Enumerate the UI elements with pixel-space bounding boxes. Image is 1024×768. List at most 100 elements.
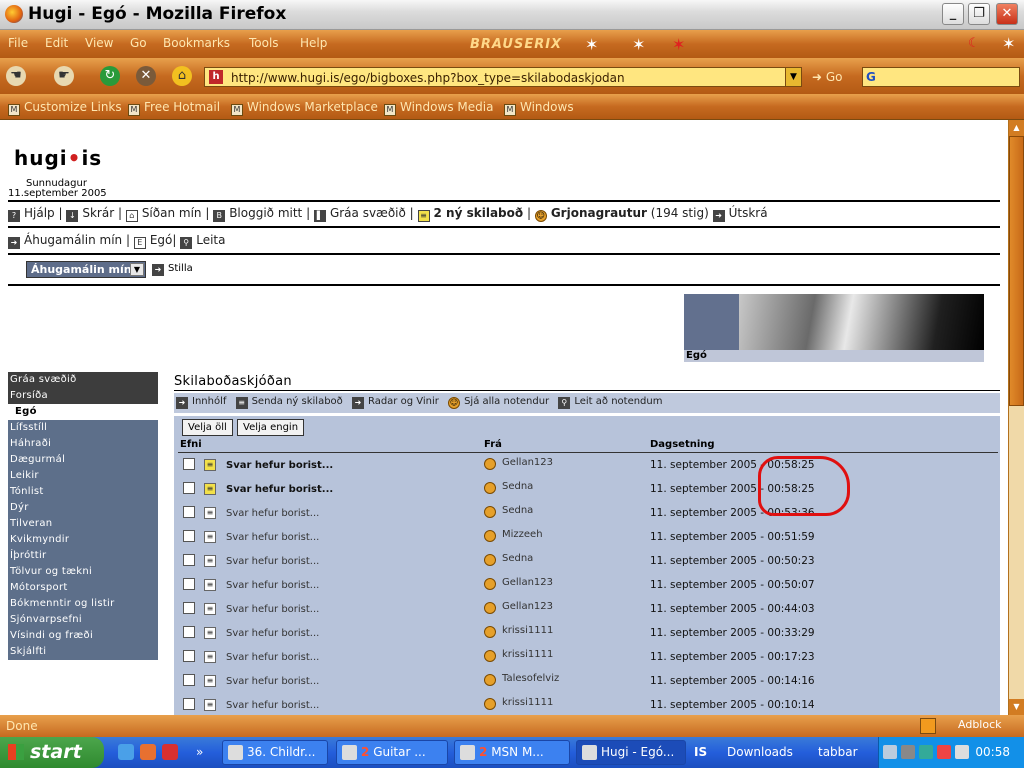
taskbar-task-button[interactable]: 2 Guitar ... [336, 740, 448, 765]
nav-grey-area[interactable]: Gráa svæðið [330, 206, 406, 220]
sidebar-item-category[interactable]: Mótorsport [8, 580, 158, 596]
minimize-button[interactable]: _ [942, 3, 964, 25]
column-date[interactable]: Dagsetning [650, 439, 715, 450]
message-sender[interactable]: Sedna [502, 481, 533, 492]
table-row[interactable]: ≡ Svar hefur borist... Mizzeeh 11. septembe… [174, 526, 1000, 550]
stop-icon[interactable]: ✕ [136, 66, 156, 86]
subnav-all-users[interactable]: ☺ Sjá alla notendur [448, 396, 549, 409]
table-row[interactable]: ≡ Svar hefur borist... krissi1111 11. septe… [174, 694, 1000, 715]
sidebar-item-category[interactable]: Tónlist [8, 484, 158, 500]
volume-icon[interactable] [955, 745, 969, 759]
sidebar-item-category[interactable]: Kvikmyndir [8, 532, 158, 548]
menu-view[interactable]: View [85, 36, 113, 50]
taskbar-task-button[interactable]: Hugi - Egó... [576, 740, 686, 765]
row-checkbox[interactable] [183, 554, 195, 566]
sidebar-item-frontpage[interactable]: Forsíða [8, 388, 158, 404]
link-hotmail[interactable]: M Free Hotmail [128, 100, 220, 116]
column-from[interactable]: Frá [484, 439, 502, 450]
sidebar-item-category[interactable]: Tilveran [8, 516, 158, 532]
message-subject[interactable]: Svar hefur borist... [226, 508, 319, 519]
select-all-button[interactable]: Velja öll [182, 419, 233, 436]
message-subject[interactable]: Svar hefur borist... [226, 604, 319, 615]
message-subject[interactable]: Svar hefur borist... [226, 556, 319, 567]
message-sender[interactable]: Gellan123 [502, 457, 553, 468]
row-checkbox[interactable] [183, 482, 195, 494]
adblock-button[interactable]: Adblock [958, 718, 1002, 731]
link-windows[interactable]: M Windows [504, 100, 574, 116]
reload-icon[interactable]: ↻ [100, 66, 120, 86]
rss-icon[interactable] [920, 718, 936, 734]
go-button[interactable]: ➜ Go [812, 70, 843, 84]
ie-icon[interactable] [118, 744, 134, 760]
message-sender[interactable]: krissi1111 [502, 697, 553, 708]
taskbar-task-button[interactable]: 36. Childr... [222, 740, 328, 765]
maximize-button[interactable]: ❐ [968, 3, 990, 25]
close-button[interactable]: ✕ [996, 3, 1018, 25]
quicklaunch-more-icon[interactable]: » [196, 745, 203, 759]
nav-mypage[interactable]: Síðan mín [142, 206, 202, 220]
nav-files[interactable]: Skrár [82, 206, 114, 220]
sidebar-item-grey-area[interactable]: Gráa svæðið [8, 372, 158, 388]
sidebar-item-category[interactable]: Háhraði [8, 436, 158, 452]
firefox-quick-icon[interactable] [140, 744, 156, 760]
settings-link[interactable]: ➜ Stilla [152, 263, 193, 276]
nav-new-messages[interactable]: 2 ný skilaboð [434, 206, 524, 220]
message-sender[interactable]: Gellan123 [502, 577, 553, 588]
row-checkbox[interactable] [183, 458, 195, 470]
tray-icon[interactable] [901, 745, 915, 759]
taskbar-item-tabbar[interactable]: tabbar [818, 745, 858, 759]
scroll-down-icon[interactable]: ▼ [1009, 699, 1024, 715]
taskbar-item-is[interactable]: IS [694, 745, 707, 759]
message-subject[interactable]: Svar hefur borist... [226, 484, 333, 495]
link-windows-media[interactable]: M Windows Media [384, 100, 493, 116]
subnav-inbox[interactable]: ➜ Innhólf [176, 396, 226, 409]
app-quick-icon[interactable] [162, 744, 178, 760]
menu-bookmarks[interactable]: Bookmarks [163, 36, 230, 50]
row-checkbox[interactable] [183, 698, 195, 710]
message-sender[interactable]: Gellan123 [502, 601, 553, 612]
url-text[interactable]: http://www.hugi.is/ego/bigboxes.php?box_… [231, 71, 625, 85]
vertical-scrollbar[interactable]: ▲ ▼ [1008, 120, 1024, 715]
table-row[interactable]: ≡ Svar hefur borist... krissi1111 11. septe… [174, 622, 1000, 646]
message-sender[interactable]: Sedna [502, 505, 533, 516]
select-none-button[interactable]: Velja engin [237, 419, 305, 436]
menu-edit[interactable]: Edit [45, 36, 68, 50]
back-icon[interactable]: ☚ [6, 66, 26, 86]
table-row[interactable]: ≡ Svar hefur borist... Gellan123 11. septem… [174, 598, 1000, 622]
url-dropdown-icon[interactable]: ▼ [785, 68, 801, 86]
message-subject[interactable]: Svar hefur borist... [226, 676, 319, 687]
link-customize[interactable]: M Customize Links [8, 100, 122, 116]
message-subject[interactable]: Svar hefur borist... [226, 580, 319, 591]
sidebar-item-category[interactable]: Skjálfti [8, 644, 158, 660]
site-logo[interactable]: hugi•is [14, 146, 102, 170]
subnav-send[interactable]: ≡ Senda ný skilaboð [235, 396, 343, 409]
sidebar-item-category[interactable]: Dægurmál [8, 452, 158, 468]
menu-file[interactable]: File [8, 36, 28, 50]
message-subject[interactable]: Svar hefur borist... [226, 652, 319, 663]
table-row[interactable]: ≡ Svar hefur borist... Sedna 11. september … [174, 502, 1000, 526]
sidebar-item-category[interactable]: Bókmenntir og listir [8, 596, 158, 612]
scroll-up-icon[interactable]: ▲ [1009, 120, 1024, 136]
nav-search[interactable]: Leita [196, 233, 225, 247]
menu-tools[interactable]: Tools [249, 36, 279, 50]
nav-help[interactable]: Hjálp [24, 206, 55, 220]
menu-help[interactable]: Help [300, 36, 327, 50]
message-subject[interactable]: Svar hefur borist... [226, 700, 319, 711]
nav-ego[interactable]: Egó [150, 233, 173, 247]
row-checkbox[interactable] [183, 530, 195, 542]
column-subject[interactable]: Efni [180, 439, 202, 450]
table-row[interactable]: ≡ Svar hefur borist... krissi1111 11. septe… [174, 646, 1000, 670]
message-sender[interactable]: Sedna [502, 553, 533, 564]
message-subject[interactable]: Svar hefur borist... [226, 628, 319, 639]
interests-select[interactable]: Áhugamálin mín ▼ [26, 261, 146, 278]
tray-icon[interactable] [919, 745, 933, 759]
message-sender[interactable]: krissi1111 [502, 649, 553, 660]
nav-interests[interactable]: Áhugamálin mín [24, 233, 122, 247]
taskbar-item-downloads[interactable]: Downloads [727, 745, 793, 759]
sidebar-item-category[interactable]: Tölvur og tækni [8, 564, 158, 580]
sidebar-item-category[interactable]: Lífsstíll [8, 420, 158, 436]
start-button[interactable]: start [0, 737, 104, 768]
menu-go[interactable]: Go [130, 36, 147, 50]
message-subject[interactable]: Svar hefur borist... [226, 532, 319, 543]
nav-username[interactable]: Grjonagrautur [551, 206, 647, 220]
